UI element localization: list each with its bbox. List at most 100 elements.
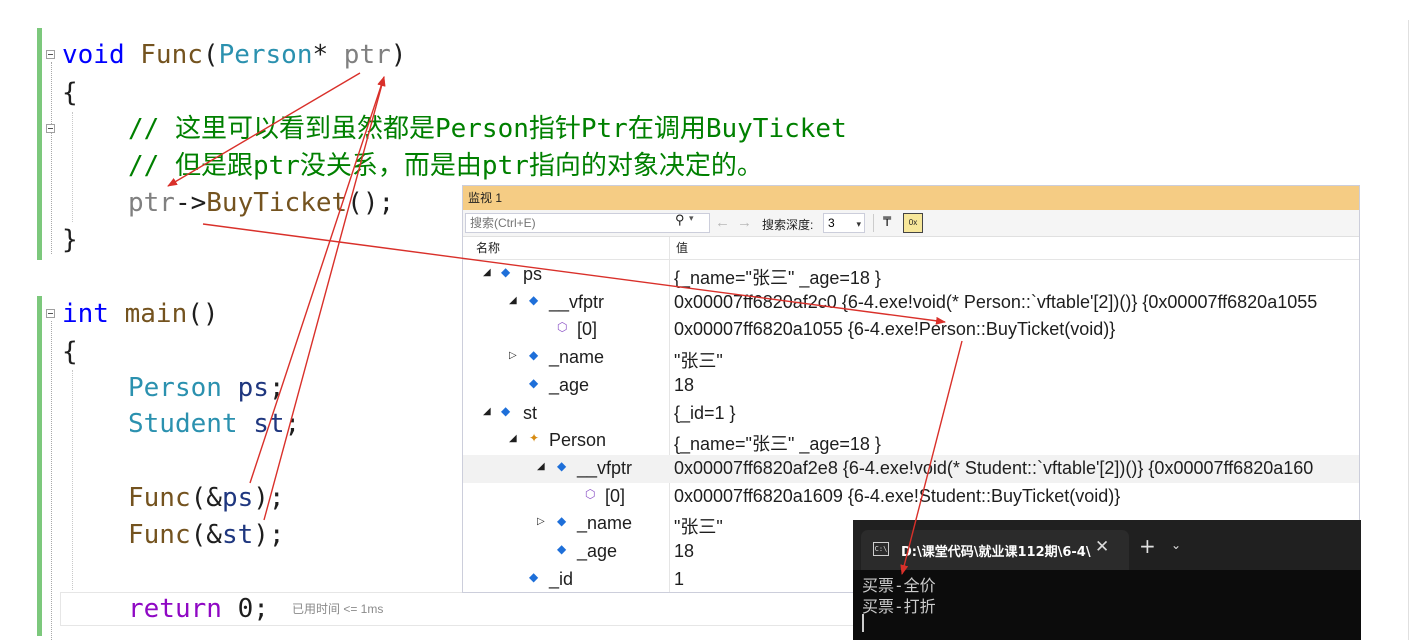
collapse-comment-icon[interactable] [46, 124, 55, 133]
var-name: ps [221, 483, 254, 513]
chevron-down-icon[interactable]: ⌄ [1171, 538, 1181, 552]
watch-value: 18 [674, 541, 695, 561]
terminal-tab[interactable]: C:\ D:\课堂代码\就业课112期\6-4\ ✕ [861, 530, 1129, 570]
code-line-call[interactable]: ptr->BuyTicket(); [62, 185, 394, 221]
address-of: (& [190, 483, 222, 513]
watch-value: 1 [674, 568, 685, 589]
watch-row[interactable]: ◢ ◆ __vfptr 0x00007ff6820af2e8 {6-4.exe!voi… [463, 454, 1359, 483]
watch-name: st [523, 402, 538, 423]
code-line-open-brace[interactable]: { [62, 75, 78, 111]
code-line-main-signature[interactable]: int main() [62, 296, 219, 332]
watch-value: {_id=1 } [674, 402, 736, 423]
hex-display-icon[interactable]: 0x [903, 213, 923, 233]
search-icon[interactable]: ⚲ [675, 212, 685, 228]
field-icon: ◆ [529, 375, 539, 390]
function-name: Func [128, 520, 191, 550]
expanded-triangle-icon[interactable]: ◢ [483, 406, 491, 417]
expanded-triangle-icon[interactable]: ◢ [537, 461, 545, 472]
close-icon[interactable]: ✕ [1095, 537, 1109, 557]
code-line-call-ps[interactable]: Func(&ps); [62, 480, 285, 516]
paren: ( [202, 40, 219, 70]
elapsed-time-hint: 已用时间 <= 1ms [292, 602, 384, 616]
watch-row[interactable]: ◢ ✦ Person {_name="张三" _age=18 } [463, 427, 1359, 455]
code-line-comment-1[interactable]: // 这里可以看到虽然都是Person指针Ptr在调用BuyTicket [62, 111, 847, 147]
function-name: main [124, 299, 188, 329]
variable-icon: ◆ [501, 403, 511, 418]
watch-value: {_name="张三" _age=18 } [674, 434, 881, 455]
code-line-open-brace[interactable]: { [62, 334, 78, 370]
fold-guide [51, 321, 52, 640]
pointer-var: ptr [128, 188, 175, 218]
watch-name: [0] [577, 319, 598, 340]
semicolon: ; [284, 409, 301, 439]
variable-icon: ◆ [501, 265, 511, 279]
expanded-triangle-icon[interactable]: ◢ [509, 433, 517, 444]
terminal-cursor [862, 614, 864, 632]
column-header-name[interactable]: 名称 [476, 237, 500, 259]
watch-row[interactable]: ◢ ◆ st {_id=1 } [463, 400, 1359, 428]
code-line-call-st[interactable]: Func(&st); [62, 517, 285, 553]
pin-icon[interactable]: ₸ [883, 214, 891, 230]
watch-row[interactable]: ◢ ◆ ps {_name="张三" _age=18 } [463, 261, 1359, 289]
code-line-decl-student[interactable]: Student st; [62, 406, 300, 442]
collapse-func-icon[interactable] [46, 50, 55, 59]
watch-search-input[interactable] [465, 213, 710, 233]
watch-name: _name [577, 513, 633, 534]
watch-row[interactable]: ◆ _age 18 [463, 372, 1359, 400]
expanded-triangle-icon[interactable]: ◢ [483, 267, 491, 278]
semicolon: ; [268, 373, 285, 403]
paren: ) [390, 40, 407, 70]
code-line-return[interactable]: return 0; [62, 591, 269, 627]
arrow-right-icon[interactable]: → [737, 214, 752, 231]
toolbar-separator [873, 214, 874, 232]
watch-row[interactable]: ⬡ [0] 0x00007ff6820a1609 {6-4.exe!Student:… [463, 483, 1359, 511]
plus-icon[interactable]: + [1139, 534, 1156, 558]
code-line-decl-person[interactable]: Person ps; [62, 370, 285, 406]
collapsed-triangle-icon[interactable]: ▷ [537, 516, 545, 527]
watch-name: _name [549, 347, 605, 368]
chevron-down-icon: ▾ [856, 219, 861, 229]
var-name: ps [237, 373, 269, 403]
keyword: return [128, 594, 222, 624]
watch-value: "张三" [674, 517, 723, 538]
function-name: Func [128, 483, 191, 513]
type-name: Student [128, 409, 238, 439]
watch-row[interactable]: ◢ ◆ __vfptr 0x00007ff6820af2c0 {6-4.exe!voi… [463, 289, 1359, 317]
close-call: ); [253, 483, 285, 513]
change-margin-bar [37, 28, 42, 260]
terminal-tab-title: D:\课堂代码\就业课112期\6-4\ [901, 545, 1091, 560]
comment-text: // 这里可以看到虽然都是Person指针Ptr在调用BuyTicket [128, 114, 847, 144]
watch-row[interactable]: ⬡ [0] 0x00007ff6820a1055 {6-4.exe!Person::… [463, 316, 1359, 344]
close-call: ); [253, 520, 285, 550]
expanded-triangle-icon[interactable]: ◢ [509, 295, 517, 306]
editor-right-border [1408, 20, 1409, 640]
collapsed-triangle-icon[interactable]: ▷ [509, 350, 517, 361]
watch-name: _id [549, 568, 574, 589]
field-icon: ◆ [557, 458, 567, 473]
chevron-down-icon[interactable]: ▾ [689, 213, 694, 224]
type-name: Person [128, 373, 222, 403]
watch-value: {_name="张三" _age=18 } [674, 268, 881, 288]
collapse-main-icon[interactable] [46, 309, 55, 318]
watch-name: __vfptr [549, 291, 605, 312]
watch-title[interactable]: 监视 1 [463, 186, 1359, 210]
method-name: BuyTicket [206, 188, 348, 218]
address-of: (& [190, 520, 222, 550]
search-depth-select[interactable]: 3 ▾ [823, 213, 865, 233]
code-line-func-signature[interactable]: void Func(Person* ptr) [62, 37, 406, 73]
field-icon: ◆ [557, 542, 567, 556]
function-name: Func [140, 40, 203, 70]
pointer-star: * [312, 40, 344, 70]
column-header-value[interactable]: 值 [676, 237, 688, 259]
watch-toolbar: ⚲ ▾ ← → 搜索深度: 3▾ ₸ 0x [463, 210, 1359, 237]
code-line-comment-2[interactable]: // 但是跟ptr没关系，而是由ptr指向的对象决定的。 [62, 148, 763, 184]
watch-row[interactable]: ▷ ◆ _name "张三" [463, 344, 1359, 372]
arrow-left-icon[interactable]: ← [715, 214, 730, 231]
code-line-close-brace[interactable]: } [62, 222, 78, 258]
terminal-window[interactable]: C:\ D:\课堂代码\就业课112期\6-4\ ✕ + ⌄ 买票-全价 买票-… [853, 520, 1361, 640]
cube-icon: ⬡ [557, 320, 568, 335]
watch-value: 0x00007ff6820a1055 {6-4.exe!Person::BuyT… [674, 319, 1116, 340]
search-depth-label: 搜索深度: [762, 218, 814, 232]
param-name: ptr [343, 40, 391, 70]
watch-name: _age [577, 541, 618, 561]
